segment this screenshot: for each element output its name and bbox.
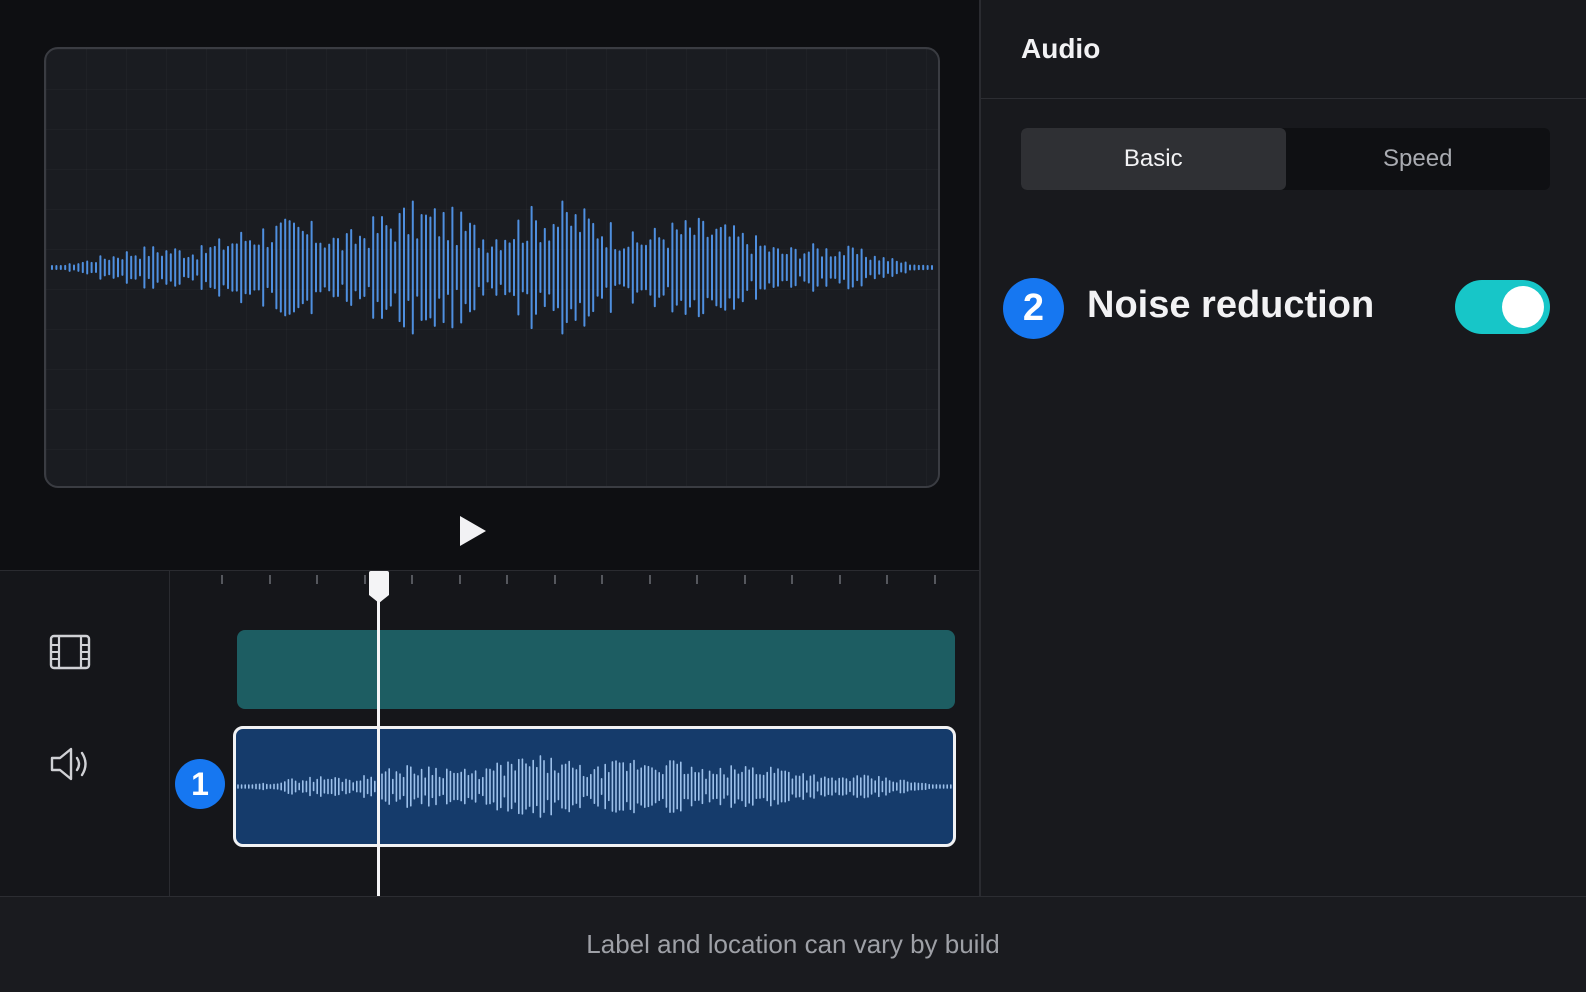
ruler-tick [268, 575, 271, 584]
timeline-ruler[interactable] [170, 571, 979, 591]
ruler-tick [791, 575, 793, 584]
tab-speed[interactable]: Speed [1286, 128, 1551, 190]
footer: Label and location can vary by build [0, 896, 1586, 992]
editor-area: 1 [0, 0, 979, 897]
callout-badge-2: 2 [1003, 278, 1064, 339]
film-icon [49, 634, 91, 670]
audio-clip-waveform [237, 755, 952, 818]
ruler-tick [886, 575, 888, 584]
audio-clip[interactable] [233, 726, 956, 847]
preview-canvas [44, 47, 940, 488]
toggle-knob [1502, 286, 1544, 328]
ruler-tick [506, 575, 508, 584]
ruler-tick [221, 575, 223, 584]
playhead-handle[interactable] [368, 569, 390, 605]
ruler-tick [601, 575, 603, 584]
ruler-tick [553, 575, 556, 584]
preview-waveform [51, 200, 933, 335]
noise-reduction-label: Noise reduction [1087, 284, 1375, 326]
ruler-tick [458, 575, 461, 584]
track-headers [0, 571, 170, 897]
footer-note: Label and location can vary by build [586, 929, 1000, 959]
ruler-tick [363, 575, 366, 584]
ruler-tick [743, 575, 746, 584]
preview-area [0, 0, 979, 570]
tab-basic[interactable]: Basic [1021, 128, 1286, 190]
video-clip[interactable] [237, 630, 955, 709]
panel-title: Audio [1021, 33, 1101, 64]
speaker-icon [50, 747, 87, 781]
ruler-tick [411, 575, 413, 584]
callout-badge-1: 1 [175, 759, 225, 809]
playhead-line [377, 595, 380, 897]
play-icon[interactable] [455, 512, 491, 550]
ruler-tick [838, 575, 841, 584]
ruler-tick [316, 575, 318, 584]
ruler-tick [696, 575, 698, 584]
noise-reduction-toggle[interactable] [1455, 280, 1550, 334]
ruler-tick [933, 575, 936, 584]
panel-divider [981, 98, 1586, 99]
ruler-tick [648, 575, 651, 584]
panel-tabs: Basic Speed [1021, 128, 1550, 190]
timeline: 1 [0, 569, 979, 897]
audio-panel: Audio Basic Speed Noise reduction [979, 0, 1586, 896]
